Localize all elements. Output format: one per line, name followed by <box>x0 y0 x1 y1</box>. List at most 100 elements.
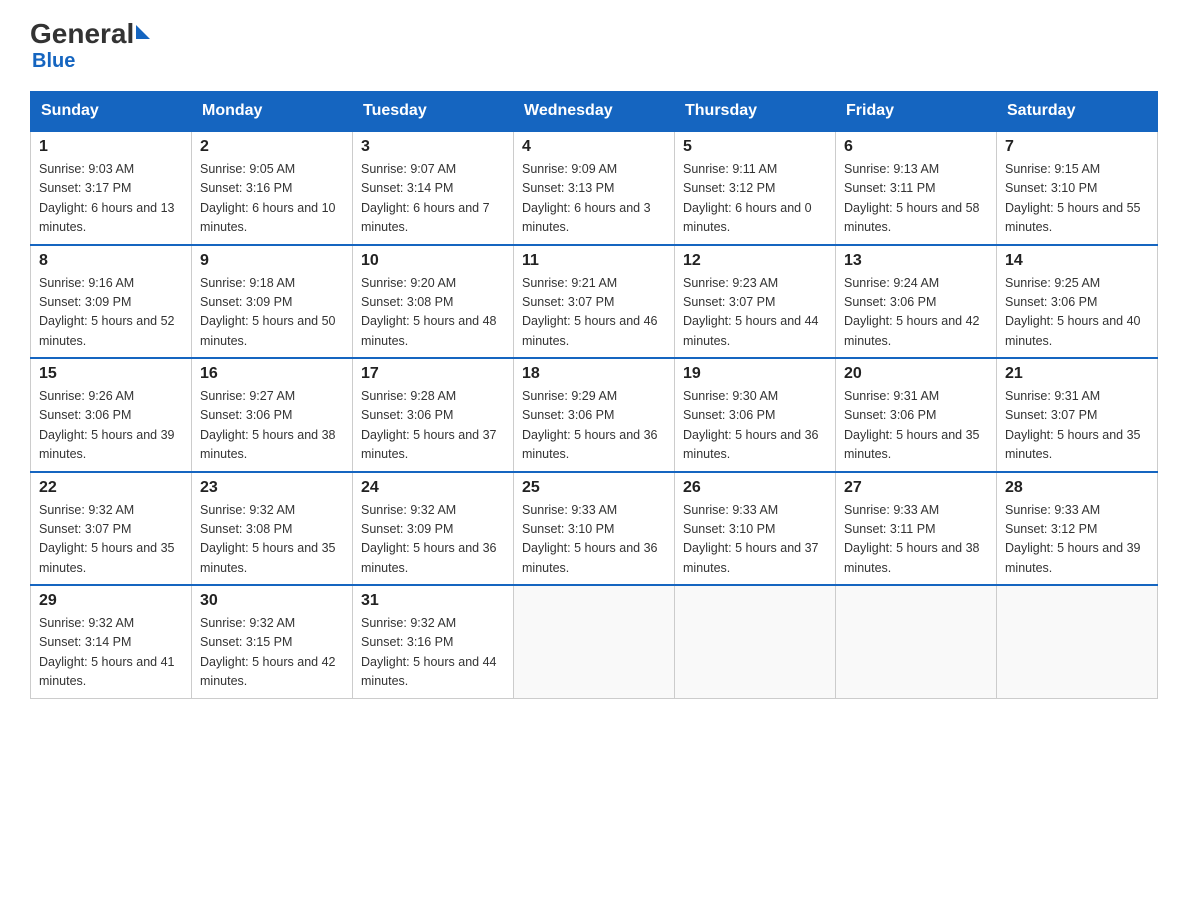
day-number: 11 <box>522 252 666 270</box>
day-info: Sunrise: 9:28 AMSunset: 3:06 PMDaylight:… <box>361 387 505 465</box>
day-number: 18 <box>522 365 666 383</box>
calendar-cell: 23 Sunrise: 9:32 AMSunset: 3:08 PMDayligh… <box>192 472 353 586</box>
calendar-cell: 20Sunrise: 9:31 AMSunset: 3:06 PMDayligh… <box>836 358 997 472</box>
day-info: Sunrise: 9:07 AMSunset: 3:14 PMDaylight:… <box>361 160 505 238</box>
logo-blue-text: Blue <box>32 50 75 73</box>
day-number: 13 <box>844 252 988 270</box>
col-header-saturday: Saturday <box>997 92 1158 132</box>
day-info: Sunrise: 9:03 AMSunset: 3:17 PMDaylight:… <box>39 160 183 238</box>
calendar-cell: 3 Sunrise: 9:07 AMSunset: 3:14 PMDaylight… <box>353 131 514 245</box>
day-number: 4 <box>522 138 666 156</box>
day-info: Sunrise: 9:32 AMSunset: 3:07 PMDaylight:… <box>39 501 183 579</box>
logo-triangle-icon <box>136 25 150 39</box>
calendar-cell: 24 Sunrise: 9:32 AMSunset: 3:09 PMDayligh… <box>353 472 514 586</box>
page-header: General Blue <box>30 20 1158 73</box>
calendar-cell: 9 Sunrise: 9:18 AMSunset: 3:09 PMDaylight… <box>192 245 353 359</box>
calendar-cell: 25Sunrise: 9:33 AMSunset: 3:10 PMDayligh… <box>514 472 675 586</box>
day-info: Sunrise: 9:33 AMSunset: 3:12 PMDaylight:… <box>1005 501 1149 579</box>
calendar-week-row: 29 Sunrise: 9:32 AMSunset: 3:14 PMDayligh… <box>31 585 1158 698</box>
calendar-cell: 28 Sunrise: 9:33 AMSunset: 3:12 PMDayligh… <box>997 472 1158 586</box>
calendar-cell: 12 Sunrise: 9:23 AMSunset: 3:07 PMDayligh… <box>675 245 836 359</box>
day-number: 23 <box>200 479 344 497</box>
day-info: Sunrise: 9:32 AMSunset: 3:14 PMDaylight:… <box>39 614 183 692</box>
day-number: 21 <box>1005 365 1149 383</box>
calendar-week-row: 15 Sunrise: 9:26 AMSunset: 3:06 PMDayligh… <box>31 358 1158 472</box>
calendar-cell: 5 Sunrise: 9:11 AMSunset: 3:12 PMDaylight… <box>675 131 836 245</box>
day-info: Sunrise: 9:32 AMSunset: 3:15 PMDaylight:… <box>200 614 344 692</box>
calendar-cell <box>514 585 675 698</box>
day-number: 27 <box>844 479 988 497</box>
calendar-cell: 2Sunrise: 9:05 AMSunset: 3:16 PMDaylight… <box>192 131 353 245</box>
day-info: Sunrise: 9:15 AMSunset: 3:10 PMDaylight:… <box>1005 160 1149 238</box>
day-number: 31 <box>361 592 505 610</box>
calendar-cell: 26 Sunrise: 9:33 AMSunset: 3:10 PMDayligh… <box>675 472 836 586</box>
calendar-cell <box>836 585 997 698</box>
day-info: Sunrise: 9:24 AMSunset: 3:06 PMDaylight:… <box>844 274 988 352</box>
day-info: Sunrise: 9:26 AMSunset: 3:06 PMDaylight:… <box>39 387 183 465</box>
day-number: 5 <box>683 138 827 156</box>
calendar-table: SundayMondayTuesdayWednesdayThursdayFrid… <box>30 91 1158 699</box>
col-header-monday: Monday <box>192 92 353 132</box>
calendar-cell: 19 Sunrise: 9:30 AMSunset: 3:06 PMDayligh… <box>675 358 836 472</box>
calendar-cell: 6Sunrise: 9:13 AMSunset: 3:11 PMDaylight… <box>836 131 997 245</box>
day-number: 6 <box>844 138 988 156</box>
calendar-cell: 18 Sunrise: 9:29 AMSunset: 3:06 PMDayligh… <box>514 358 675 472</box>
day-info: Sunrise: 9:29 AMSunset: 3:06 PMDaylight:… <box>522 387 666 465</box>
logo-general-text: General <box>30 20 134 48</box>
day-number: 16 <box>200 365 344 383</box>
calendar-cell: 1Sunrise: 9:03 AMSunset: 3:17 PMDaylight… <box>31 131 192 245</box>
day-number: 7 <box>1005 138 1149 156</box>
day-info: Sunrise: 9:30 AMSunset: 3:06 PMDaylight:… <box>683 387 827 465</box>
day-number: 22 <box>39 479 183 497</box>
day-info: Sunrise: 9:21 AMSunset: 3:07 PMDaylight:… <box>522 274 666 352</box>
day-number: 25 <box>522 479 666 497</box>
day-number: 30 <box>200 592 344 610</box>
day-number: 9 <box>200 252 344 270</box>
day-info: Sunrise: 9:23 AMSunset: 3:07 PMDaylight:… <box>683 274 827 352</box>
day-info: Sunrise: 9:33 AMSunset: 3:10 PMDaylight:… <box>683 501 827 579</box>
calendar-cell: 16 Sunrise: 9:27 AMSunset: 3:06 PMDayligh… <box>192 358 353 472</box>
calendar-cell <box>675 585 836 698</box>
col-header-tuesday: Tuesday <box>353 92 514 132</box>
col-header-friday: Friday <box>836 92 997 132</box>
day-info: Sunrise: 9:20 AMSunset: 3:08 PMDaylight:… <box>361 274 505 352</box>
day-info: Sunrise: 9:32 AMSunset: 3:09 PMDaylight:… <box>361 501 505 579</box>
day-info: Sunrise: 9:05 AMSunset: 3:16 PMDaylight:… <box>200 160 344 238</box>
day-number: 12 <box>683 252 827 270</box>
day-number: 14 <box>1005 252 1149 270</box>
day-number: 26 <box>683 479 827 497</box>
calendar-cell: 4 Sunrise: 9:09 AMSunset: 3:13 PMDaylight… <box>514 131 675 245</box>
day-number: 8 <box>39 252 183 270</box>
day-info: Sunrise: 9:32 AMSunset: 3:16 PMDaylight:… <box>361 614 505 692</box>
calendar-header-row: SundayMondayTuesdayWednesdayThursdayFrid… <box>31 92 1158 132</box>
calendar-cell: 29 Sunrise: 9:32 AMSunset: 3:14 PMDayligh… <box>31 585 192 698</box>
calendar-cell: 11 Sunrise: 9:21 AMSunset: 3:07 PMDayligh… <box>514 245 675 359</box>
day-number: 28 <box>1005 479 1149 497</box>
day-info: Sunrise: 9:31 AMSunset: 3:06 PMDaylight:… <box>844 387 988 465</box>
calendar-week-row: 22 Sunrise: 9:32 AMSunset: 3:07 PMDayligh… <box>31 472 1158 586</box>
calendar-week-row: 1Sunrise: 9:03 AMSunset: 3:17 PMDaylight… <box>31 131 1158 245</box>
calendar-cell: 8Sunrise: 9:16 AMSunset: 3:09 PMDaylight… <box>31 245 192 359</box>
calendar-week-row: 8Sunrise: 9:16 AMSunset: 3:09 PMDaylight… <box>31 245 1158 359</box>
calendar-cell: 15 Sunrise: 9:26 AMSunset: 3:06 PMDayligh… <box>31 358 192 472</box>
calendar-cell: 14 Sunrise: 9:25 AMSunset: 3:06 PMDayligh… <box>997 245 1158 359</box>
day-number: 17 <box>361 365 505 383</box>
day-number: 19 <box>683 365 827 383</box>
calendar-cell: 21Sunrise: 9:31 AMSunset: 3:07 PMDayligh… <box>997 358 1158 472</box>
day-info: Sunrise: 9:09 AMSunset: 3:13 PMDaylight:… <box>522 160 666 238</box>
day-number: 10 <box>361 252 505 270</box>
day-info: Sunrise: 9:18 AMSunset: 3:09 PMDaylight:… <box>200 274 344 352</box>
day-info: Sunrise: 9:25 AMSunset: 3:06 PMDaylight:… <box>1005 274 1149 352</box>
calendar-cell: 10 Sunrise: 9:20 AMSunset: 3:08 PMDayligh… <box>353 245 514 359</box>
day-info: Sunrise: 9:32 AMSunset: 3:08 PMDaylight:… <box>200 501 344 579</box>
col-header-sunday: Sunday <box>31 92 192 132</box>
day-number: 29 <box>39 592 183 610</box>
calendar-cell: 17 Sunrise: 9:28 AMSunset: 3:06 PMDayligh… <box>353 358 514 472</box>
day-number: 15 <box>39 365 183 383</box>
day-info: Sunrise: 9:11 AMSunset: 3:12 PMDaylight:… <box>683 160 827 238</box>
day-info: Sunrise: 9:27 AMSunset: 3:06 PMDaylight:… <box>200 387 344 465</box>
day-number: 3 <box>361 138 505 156</box>
calendar-cell: 7 Sunrise: 9:15 AMSunset: 3:10 PMDaylight… <box>997 131 1158 245</box>
day-number: 24 <box>361 479 505 497</box>
calendar-cell: 13 Sunrise: 9:24 AMSunset: 3:06 PMDayligh… <box>836 245 997 359</box>
